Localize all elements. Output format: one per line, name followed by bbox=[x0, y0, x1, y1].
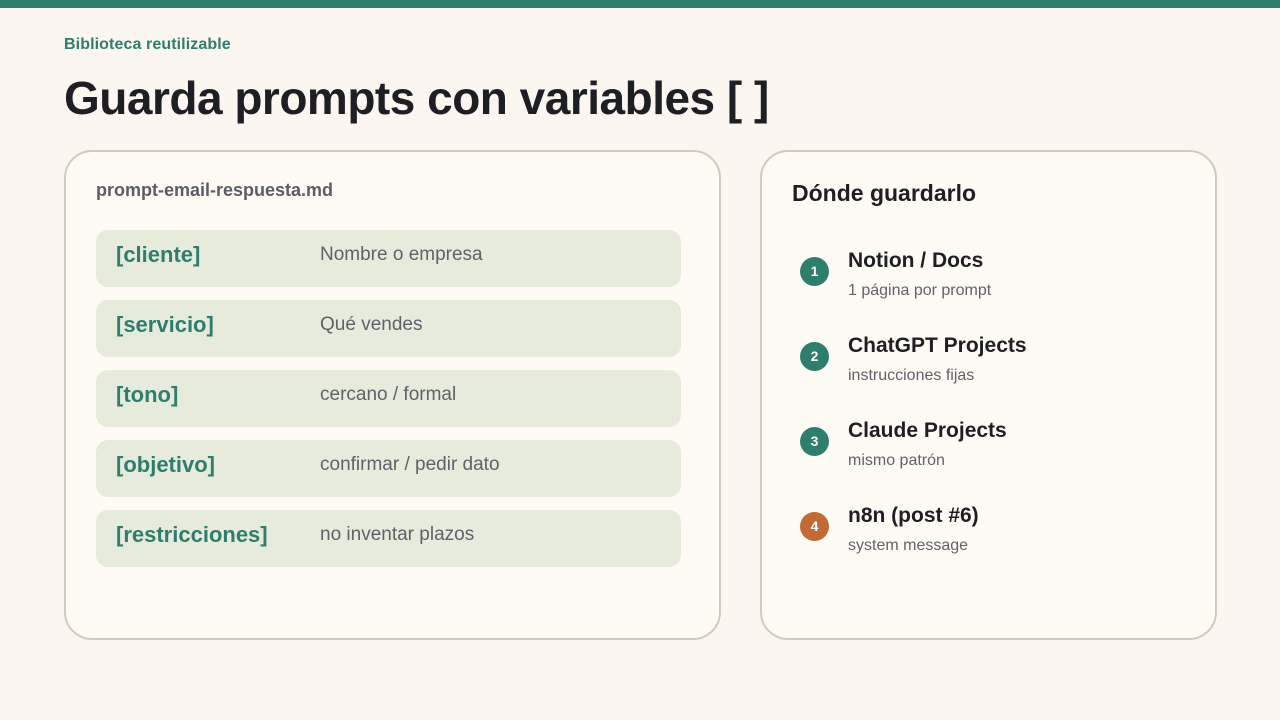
storage-options-card: Dónde guardarlo 1 Notion / Docs 1 página… bbox=[760, 150, 1217, 640]
storage-option-subtitle: 1 página por prompt bbox=[848, 282, 992, 299]
variable-row: [restricciones] no inventar plazos bbox=[96, 510, 681, 567]
storage-option-title: ChatGPT Projects bbox=[848, 334, 1027, 357]
variable-description: cercano / formal bbox=[320, 384, 457, 405]
storage-option-list: 1 Notion / Docs 1 página por prompt 2 Ch… bbox=[800, 249, 1180, 589]
storage-option-subtitle: instrucciones fijas bbox=[848, 367, 975, 384]
step-number-badge: 3 bbox=[800, 427, 829, 456]
step-number-badge: 1 bbox=[800, 257, 829, 286]
storage-option: 4 n8n (post #6) system message bbox=[800, 504, 1180, 589]
variable-row: [objetivo] confirmar / pedir dato bbox=[96, 440, 681, 497]
prompt-template-card: prompt-email-respuesta.md [cliente] Nomb… bbox=[64, 150, 721, 640]
variable-description: Qué vendes bbox=[320, 314, 423, 335]
step-number-badge: 2 bbox=[800, 342, 829, 371]
storage-option-title: Notion / Docs bbox=[848, 249, 984, 272]
variable-description: Nombre o empresa bbox=[320, 244, 483, 265]
storage-option-subtitle: mismo patrón bbox=[848, 452, 945, 469]
storage-option-title: Claude Projects bbox=[848, 419, 1007, 442]
variable-row: [cliente] Nombre o empresa bbox=[96, 230, 681, 287]
variable-description: confirmar / pedir dato bbox=[320, 454, 500, 475]
storage-option-title: n8n (post #6) bbox=[848, 504, 979, 527]
variable-name: [objetivo] bbox=[116, 452, 215, 477]
storage-option-subtitle: system message bbox=[848, 537, 969, 554]
section-eyebrow: Biblioteca reutilizable bbox=[64, 36, 231, 53]
storage-card-title: Dónde guardarlo bbox=[792, 180, 977, 206]
variable-description: no inventar plazos bbox=[320, 524, 475, 545]
template-filename: prompt-email-respuesta.md bbox=[96, 180, 334, 200]
variable-name: [restricciones] bbox=[116, 522, 268, 547]
variable-list: [cliente] Nombre o empresa [servicio] Qu… bbox=[96, 230, 681, 580]
step-number-badge: 4 bbox=[800, 512, 829, 541]
storage-option: 3 Claude Projects mismo patrón bbox=[800, 419, 1180, 504]
storage-option: 2 ChatGPT Projects instrucciones fijas bbox=[800, 334, 1180, 419]
top-accent-bar bbox=[0, 0, 1280, 8]
storage-option: 1 Notion / Docs 1 página por prompt bbox=[800, 249, 1180, 334]
variable-row: [tono] cercano / formal bbox=[96, 370, 681, 427]
variable-name: [tono] bbox=[116, 382, 179, 407]
page-title: Guarda prompts con variables [ ] bbox=[64, 72, 769, 124]
variable-name: [servicio] bbox=[116, 312, 214, 337]
variable-name: [cliente] bbox=[116, 242, 201, 267]
variable-row: [servicio] Qué vendes bbox=[96, 300, 681, 357]
